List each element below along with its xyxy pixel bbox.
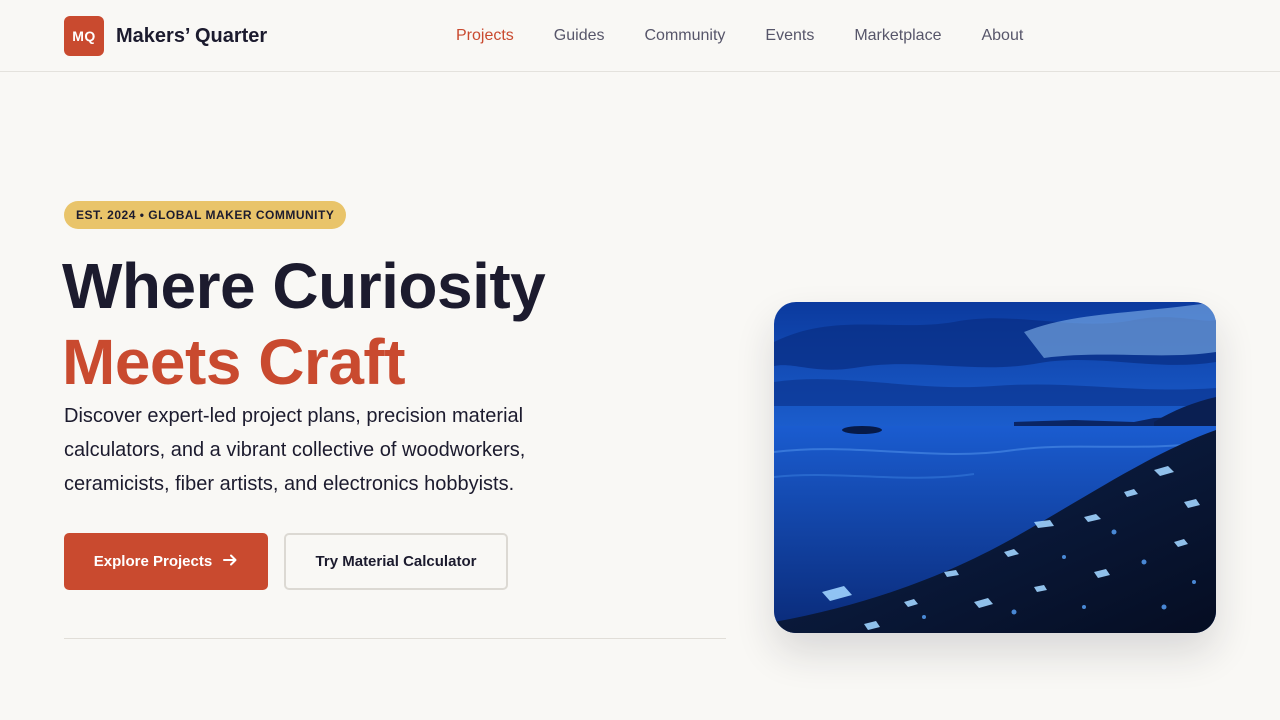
hero-description: Discover expert-led project plans, preci…: [64, 405, 526, 495]
hero-headline: Where Curiosity Meets Craft: [62, 248, 546, 400]
nav-item-community[interactable]: Community: [645, 27, 726, 45]
site-header: MQ Makers’ Quarter Projects Guides Commu…: [0, 0, 1280, 72]
material-calculator-label: Try Material Calculator: [315, 553, 477, 570]
brand[interactable]: MQ Makers’ Quarter: [64, 16, 267, 56]
nav-item-guides[interactable]: Guides: [554, 27, 605, 45]
nav-item-marketplace[interactable]: Marketplace: [854, 27, 941, 45]
headline-line-1: Where Curiosity: [62, 250, 546, 322]
nav-item-about[interactable]: About: [981, 27, 1023, 45]
nav-item-projects[interactable]: Projects: [456, 27, 514, 45]
est-badge: EST. 2024 • GLOBAL MAKER COMMUNITY: [64, 201, 347, 229]
nav-item-events[interactable]: Events: [765, 27, 814, 45]
explore-projects-label: Explore Projects: [93, 553, 213, 570]
brand-name[interactable]: Makers’ Quarter: [116, 25, 267, 48]
material-calculator-button[interactable]: Try Material Calculator: [284, 533, 508, 590]
explore-projects-button[interactable]: Explore Projects: [64, 533, 268, 590]
hero-image: [774, 302, 1216, 633]
headline-line-2: Meets Craft: [62, 326, 406, 398]
section-divider: [64, 638, 726, 639]
arrow-right-icon: [222, 552, 238, 572]
main-nav: Projects Guides Community Events Marketp…: [456, 0, 1023, 72]
lake-shore-photo-icon: [774, 302, 1216, 633]
logo-mark[interactable]: MQ: [64, 16, 104, 56]
